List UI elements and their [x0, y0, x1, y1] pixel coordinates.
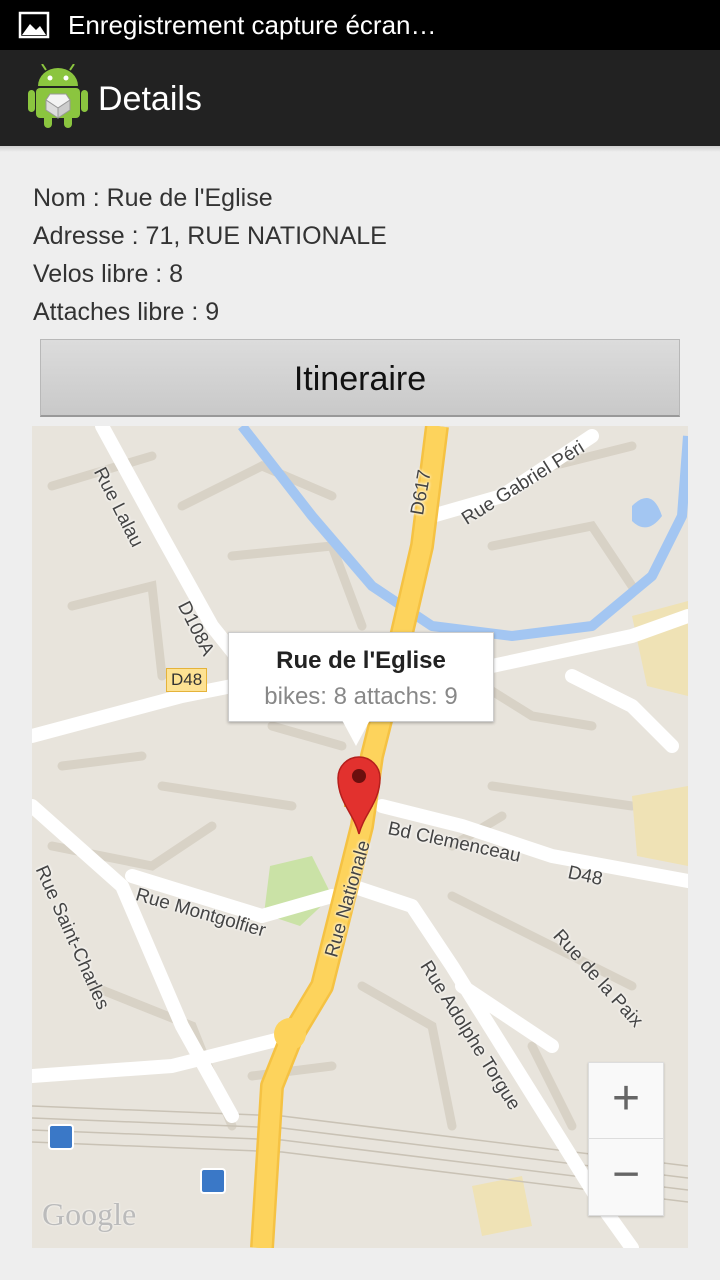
- zoom-out-button[interactable]: −: [589, 1139, 663, 1214]
- info-window-tail: [342, 720, 370, 746]
- info-window-subtitle: bikes: 8 attachs: 9: [264, 683, 458, 710]
- android-icon[interactable]: [28, 64, 88, 130]
- action-bar: Details: [0, 50, 720, 146]
- free-attachments: Attaches libre : 9: [33, 298, 220, 326]
- itineraire-button[interactable]: Itineraire: [40, 339, 680, 417]
- train-station-icon[interactable]: [48, 1124, 74, 1150]
- image-icon: [18, 11, 50, 39]
- page-title: Details: [98, 80, 202, 118]
- map-marker-icon[interactable]: [336, 754, 382, 836]
- train-station-icon[interactable]: [200, 1168, 226, 1194]
- bottom-padding: [0, 1248, 720, 1280]
- station-address: Adresse : 71, RUE NATIONALE: [33, 222, 387, 250]
- map-view[interactable]: Rue Lalau D108A D617 Rue Gabriel Péri D4…: [32, 426, 688, 1248]
- free-bikes: Velos libre : 8: [33, 260, 184, 288]
- action-bar-shadow: [0, 146, 720, 152]
- notification-text: Enregistrement capture écran…: [68, 10, 437, 40]
- marker-info-window[interactable]: Rue de l'Eglise bikes: 8 attachs: 9: [228, 632, 494, 722]
- status-bar: Enregistrement capture écran…: [0, 0, 720, 50]
- google-logo: Google: [42, 1196, 137, 1232]
- road-shield: D48: [166, 668, 208, 692]
- zoom-in-button[interactable]: +: [589, 1063, 663, 1139]
- info-window-title: Rue de l'Eglise: [276, 647, 446, 674]
- station-name: Nom : Rue de l'Eglise: [33, 184, 273, 212]
- zoom-controls: + −: [588, 1062, 664, 1216]
